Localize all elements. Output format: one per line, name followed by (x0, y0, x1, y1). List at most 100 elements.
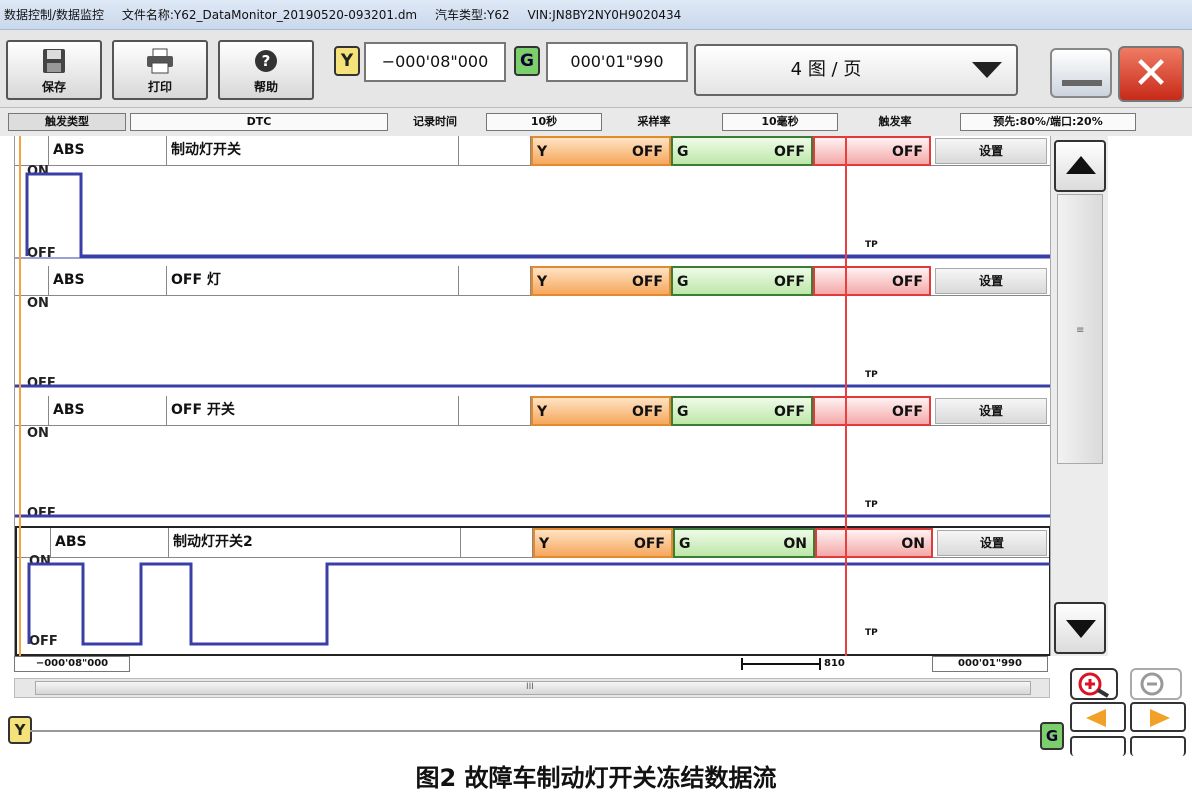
panel-g-value-cell: G ON (673, 528, 815, 558)
y-label: Y (537, 274, 548, 290)
panel-blank-cell (459, 266, 531, 296)
axis-marker-value: 810 (824, 658, 845, 669)
zoom-out-button[interactable] (1130, 668, 1182, 700)
y-value: OFF (631, 144, 663, 160)
print-button[interactable]: 打印 (112, 40, 208, 100)
sample-rate-value: 10毫秒 (722, 113, 838, 131)
cursor-value: OFF (891, 404, 923, 420)
vertical-scrollbar[interactable]: ≡ (1050, 136, 1108, 656)
panel-system: ABS (49, 136, 167, 166)
print-label: 打印 (147, 80, 172, 94)
graph-panel-2[interactable]: ABS OFF 灯 Y OFF G OFF OFF 设置 ON OFF TP (15, 266, 1051, 396)
panel-y-value-cell: Y OFF (531, 266, 671, 296)
panel-signal-name: OFF 开关 (167, 396, 459, 426)
panel-cursor-value-cell: ON (815, 528, 933, 558)
trigger-rate-value: 预先:80%/端口:20% (960, 113, 1136, 131)
axis-start-time: −000'08"000 (14, 656, 130, 672)
close-button[interactable]: ✕ (1118, 46, 1184, 102)
time-axis: −000'08"000 810 000'01"990 (14, 656, 1050, 672)
printer-icon (147, 48, 173, 74)
toolbar: 保存 打印 ? 帮助 Y −000'08"000 G 000'01"990 4 … (0, 30, 1192, 108)
trigger-rate-label: 触发率 (878, 115, 912, 128)
arrow-right-icon (1150, 709, 1170, 727)
record-time-label: 记录时间 (413, 115, 457, 128)
y-value: OFF (631, 274, 663, 290)
title-module: 数据控制/数据监控 (4, 8, 105, 22)
figure-caption: 图2 故障车制动灯开关冻结数据流 (415, 764, 777, 792)
g-label: G (677, 274, 689, 290)
graph-panel-4[interactable]: ABS 制动灯开关2 Y OFF G ON ON 设置 ON OFF TP (15, 526, 1051, 656)
zoom-in-button[interactable] (1070, 668, 1118, 700)
panel-settings-button[interactable]: 设置 (935, 138, 1047, 164)
panel-header: ABS OFF 灯 Y OFF G OFF OFF 设置 (15, 266, 1051, 296)
page-layout-select[interactable]: 4 图 / 页 (694, 44, 1018, 96)
y-cursor-right-button[interactable] (1130, 702, 1186, 732)
g-label: G (677, 144, 689, 160)
panel-settings-button[interactable]: 设置 (935, 398, 1047, 424)
y-marker-badge[interactable]: Y (334, 46, 360, 76)
panel-system: ABS (49, 396, 167, 426)
cursor-track (30, 730, 1040, 732)
help-button[interactable]: ? 帮助 (218, 40, 314, 100)
y-label: Y (539, 536, 550, 552)
panel-blank-cell (459, 396, 531, 426)
trigger-cursor-line[interactable] (845, 136, 847, 656)
y-cursor-line[interactable] (19, 136, 21, 656)
panel-signal-name: 制动灯开关2 (169, 528, 461, 558)
panel-settings-button[interactable]: 设置 (937, 530, 1047, 556)
horizontal-scrollbar[interactable]: III (14, 678, 1050, 698)
g-label: G (679, 536, 691, 552)
title-vin: VIN:JN8BY2NY0H9020434 (527, 8, 682, 22)
g-cursor-right-button[interactable] (1130, 736, 1186, 756)
y-value: OFF (631, 404, 663, 420)
panel-g-value-cell: G OFF (671, 396, 813, 426)
help-icon: ? (255, 50, 277, 72)
panel-signal-name: 制动灯开关 (167, 136, 459, 166)
cursor-value: ON (901, 536, 925, 552)
axis-end-time: 000'01"990 (932, 656, 1048, 672)
minimize-icon (1062, 80, 1102, 86)
help-label: 帮助 (253, 80, 278, 94)
scroll-down-button[interactable] (1054, 602, 1106, 654)
signal-waveform (15, 514, 1051, 518)
grip-icon: ≡ (1076, 325, 1085, 336)
horizontal-scroll-thumb[interactable]: III (35, 681, 1031, 695)
y-marker-time: −000'08"000 (364, 42, 506, 82)
zoom-in-icon (1078, 672, 1110, 698)
g-cursor-badge[interactable]: G (1040, 722, 1064, 750)
page-layout-value: 4 图 / 页 (790, 59, 862, 80)
arrow-up-icon (1066, 156, 1096, 174)
minimize-button[interactable] (1050, 48, 1112, 98)
g-value: OFF (773, 274, 805, 290)
g-label: G (677, 404, 689, 420)
g-marker-time: 000'01"990 (546, 42, 688, 82)
y-label: Y (537, 144, 548, 160)
window-titlebar: 数据控制/数据监控 文件名称:Y62_DataMonitor_20190520-… (0, 0, 1192, 30)
y-cursor-left-button[interactable] (1070, 702, 1126, 732)
y-cursor-badge[interactable]: Y (8, 716, 32, 744)
g-value: OFF (773, 144, 805, 160)
panel-header: ABS 制动灯开关2 Y OFF G ON ON 设置 (17, 528, 1049, 558)
graph-panel-3[interactable]: ABS OFF 开关 Y OFF G OFF OFF 设置 ON OFF TP (15, 396, 1051, 526)
time-scale-bar (741, 658, 821, 670)
waveform-line (25, 172, 1051, 258)
trigger-type-label: 触发类型 (8, 113, 126, 131)
y-value: OFF (633, 536, 665, 552)
panel-settings-button[interactable]: 设置 (935, 268, 1047, 294)
g-value: ON (783, 536, 807, 552)
graph-panel-1[interactable]: ABS 制动灯开关 Y OFF G OFF OFF 设置 ON OFF TP (15, 136, 1051, 266)
panel-y-value-cell: Y OFF (531, 396, 671, 426)
scroll-up-button[interactable] (1054, 140, 1106, 192)
panel-y-value-cell: Y OFF (531, 136, 671, 166)
g-value: OFF (773, 404, 805, 420)
sample-rate-label: 采样率 (637, 115, 671, 128)
g-marker-badge[interactable]: G (514, 46, 540, 76)
vertical-scroll-thumb[interactable]: ≡ (1057, 194, 1103, 464)
save-button[interactable]: 保存 (6, 40, 102, 100)
waveform-line (27, 562, 1051, 646)
record-time-value: 10秒 (486, 113, 602, 131)
floppy-disk-icon (43, 49, 65, 73)
panel-cursor-value-cell: OFF (813, 396, 931, 426)
grip-icon: III (526, 682, 534, 692)
g-cursor-left-button[interactable] (1070, 736, 1126, 756)
